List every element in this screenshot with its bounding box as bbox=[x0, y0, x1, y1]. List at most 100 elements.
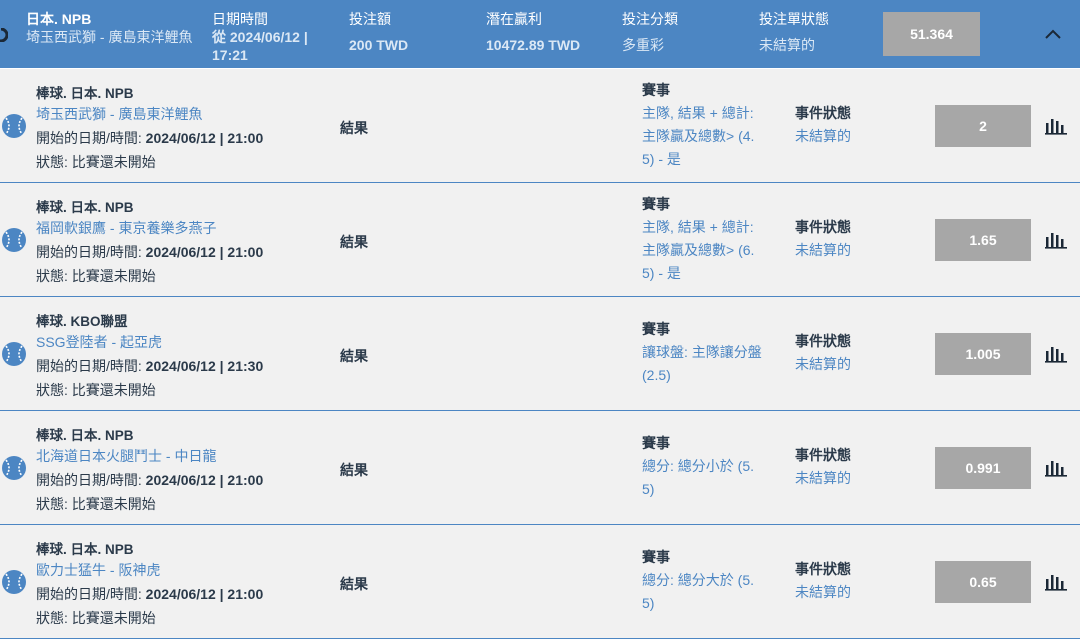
row-event-status-label: 事件狀態 bbox=[795, 219, 851, 235]
baseball-icon bbox=[2, 228, 26, 252]
baseball-icon bbox=[2, 114, 26, 138]
bar-chart-icon[interactable] bbox=[1045, 231, 1067, 249]
selection-row: 棒球. 日本. NPB 埼玉西武獅 - 廣島東洋鯉魚 開始的日期/時間: 202… bbox=[0, 69, 1080, 183]
row-event-status: 事件狀態 未結算的 bbox=[795, 102, 851, 148]
row-start-value: 2024/06/12 | 21:00 bbox=[145, 472, 264, 488]
header-date: 日期時間 從 2024/06/12 | 17:21 bbox=[212, 10, 332, 64]
row-teams[interactable]: 北海道日本火腿鬥士 - 中日龍 bbox=[36, 446, 216, 466]
row-result: 結果 bbox=[340, 120, 368, 136]
row-event: 賽事 主隊, 結果 + 總計: 主隊贏及總數> (6. 5) - 是 bbox=[642, 193, 782, 285]
row-event-line: 主隊贏及總數> (6. bbox=[642, 242, 755, 258]
header-amount-value: 200 TWD bbox=[349, 37, 409, 53]
selection-row: 棒球. 日本. NPB 歐力士猛牛 - 阪神虎 開始的日期/時間: 2024/0… bbox=[0, 525, 1080, 639]
row-event-status-label: 事件狀態 bbox=[795, 333, 851, 349]
header-win-label: 潛在贏利 bbox=[486, 11, 542, 27]
row-event-status-value: 未結算的 bbox=[795, 356, 851, 372]
header-date-label: 日期時間 bbox=[212, 11, 268, 27]
row-teams[interactable]: 埼玉西武獅 - 廣島東洋鯉魚 bbox=[36, 104, 202, 124]
row-event-line: 讓球盤: 主隊讓分盤 bbox=[642, 344, 762, 360]
row-event-line: 總分: 總分小於 (5. bbox=[642, 458, 755, 474]
row-odds: 2 bbox=[935, 105, 1031, 147]
row-event-title: 賽事 bbox=[642, 435, 670, 451]
row-league: 棒球. 日本. NPB bbox=[36, 542, 134, 557]
header-amount-label: 投注額 bbox=[349, 11, 391, 27]
row-league: 棒球. 日本. NPB bbox=[36, 200, 134, 215]
row-odds: 0.991 bbox=[935, 447, 1031, 489]
row-league: 棒球. KBO聯盟 bbox=[36, 314, 128, 329]
row-event-status: 事件狀態 未結算的 bbox=[795, 216, 851, 262]
row-event-status-value: 未結算的 bbox=[795, 470, 851, 486]
row-teams[interactable]: 福岡軟銀鷹 - 東京養樂多燕子 bbox=[36, 218, 216, 238]
header-total-odds: 51.364 bbox=[883, 12, 980, 56]
header-status-value: 未結算的 bbox=[759, 37, 815, 53]
bar-chart-icon[interactable] bbox=[1045, 345, 1067, 363]
row-start-value: 2024/06/12 | 21:00 bbox=[145, 586, 264, 602]
row-league: 棒球. 日本. NPB bbox=[36, 86, 134, 101]
bar-chart-icon[interactable] bbox=[1045, 117, 1067, 135]
row-event: 賽事 讓球盤: 主隊讓分盤 (2.5) bbox=[642, 318, 782, 387]
row-event-line: 5) bbox=[642, 595, 655, 611]
header-league: 日本. NPB bbox=[26, 11, 92, 27]
row-odds: 1.65 bbox=[935, 219, 1031, 261]
row-start-label: 開始的日期/時間: bbox=[36, 244, 142, 260]
row-event-line: 主隊贏及總數> (4. bbox=[642, 128, 755, 144]
row-event-status-label: 事件狀態 bbox=[795, 447, 851, 463]
row-result: 結果 bbox=[340, 234, 368, 250]
row-odds: 0.65 bbox=[935, 561, 1031, 603]
bar-chart-icon[interactable] bbox=[1045, 459, 1067, 477]
header-bet-type: 投注分類 多重彩 bbox=[622, 10, 678, 54]
header-status: 投注單狀態 未結算的 bbox=[759, 10, 829, 54]
row-start-value: 2024/06/12 | 21:30 bbox=[145, 358, 264, 374]
header-win-value: 10472.89 TWD bbox=[486, 37, 581, 53]
header-status-label: 投注單狀態 bbox=[759, 11, 829, 27]
row-start-value: 2024/06/12 | 21:00 bbox=[145, 130, 264, 146]
row-start-time: 開始的日期/時間: 2024/06/12 | 21:30 bbox=[36, 356, 263, 376]
row-teams[interactable]: SSG登陸者 - 起亞虎 bbox=[36, 332, 162, 352]
row-start-label: 開始的日期/時間: bbox=[36, 586, 142, 602]
row-event-line: 總分: 總分大於 (5. bbox=[642, 572, 755, 588]
row-event-status: 事件狀態 未結算的 bbox=[795, 444, 851, 490]
row-event-status: 事件狀態 未結算的 bbox=[795, 558, 851, 604]
selection-row: 棒球. KBO聯盟 SSG登陸者 - 起亞虎 開始的日期/時間: 2024/06… bbox=[0, 297, 1080, 411]
row-state: 狀態: 比賽還未開始 bbox=[36, 268, 156, 284]
row-event-line: (2.5) bbox=[642, 367, 671, 383]
row-start-label: 開始的日期/時間: bbox=[36, 472, 142, 488]
header-amount: 投注額 200 TWD bbox=[349, 10, 408, 54]
header-bet-type-value: 多重彩 bbox=[622, 37, 664, 53]
row-state: 狀態: 比賽還未開始 bbox=[36, 610, 156, 626]
row-event-title: 賽事 bbox=[642, 196, 670, 212]
row-event-status-value: 未結算的 bbox=[795, 242, 851, 258]
row-event-title: 賽事 bbox=[642, 82, 670, 98]
row-event-line: 5) bbox=[642, 481, 655, 497]
row-event: 賽事 總分: 總分小於 (5. 5) bbox=[642, 432, 782, 501]
header-match: 日本. NPB 埼玉西武獅 - 廣島東洋鯉魚 bbox=[26, 10, 196, 46]
row-start-time: 開始的日期/時間: 2024/06/12 | 21:00 bbox=[36, 584, 263, 604]
selection-row: 棒球. 日本. NPB 北海道日本火腿鬥士 - 中日龍 開始的日期/時間: 20… bbox=[0, 411, 1080, 525]
baseball-icon bbox=[2, 570, 26, 594]
row-event-line: 5) - 是 bbox=[642, 151, 681, 167]
row-start-time: 開始的日期/時間: 2024/06/12 | 21:00 bbox=[36, 242, 263, 262]
row-result: 結果 bbox=[340, 576, 368, 592]
row-result: 結果 bbox=[340, 462, 368, 478]
row-event-title: 賽事 bbox=[642, 321, 670, 337]
row-event: 賽事 總分: 總分大於 (5. 5) bbox=[642, 546, 782, 615]
chevron-up-icon[interactable] bbox=[1040, 22, 1066, 46]
bar-chart-icon[interactable] bbox=[1045, 573, 1067, 591]
row-odds: 1.005 bbox=[935, 333, 1031, 375]
row-start-time: 開始的日期/時間: 2024/06/12 | 21:00 bbox=[36, 128, 263, 148]
row-event-title: 賽事 bbox=[642, 549, 670, 565]
baseball-icon bbox=[2, 456, 26, 480]
row-teams[interactable]: 歐力士猛牛 - 阪神虎 bbox=[36, 560, 160, 580]
selection-row: 棒球. 日本. NPB 福岡軟銀鷹 - 東京養樂多燕子 開始的日期/時間: 20… bbox=[0, 183, 1080, 297]
row-league: 棒球. 日本. NPB bbox=[36, 428, 134, 443]
row-start-label: 開始的日期/時間: bbox=[36, 130, 142, 146]
row-start-time: 開始的日期/時間: 2024/06/12 | 21:00 bbox=[36, 470, 263, 490]
row-event-line: 5) - 是 bbox=[642, 265, 681, 281]
row-event-status-value: 未結算的 bbox=[795, 128, 851, 144]
header-bet-type-label: 投注分類 bbox=[622, 11, 678, 27]
bet-slip-header[interactable]: 日本. NPB 埼玉西武獅 - 廣島東洋鯉魚 日期時間 從 2024/06/12… bbox=[0, 0, 1080, 68]
row-start-value: 2024/06/12 | 21:00 bbox=[145, 244, 264, 260]
row-event: 賽事 主隊, 結果 + 總計: 主隊贏及總數> (4. 5) - 是 bbox=[642, 79, 782, 171]
row-event-status-value: 未結算的 bbox=[795, 584, 851, 600]
header-date-value: 從 2024/06/12 | 17:21 bbox=[212, 29, 308, 63]
